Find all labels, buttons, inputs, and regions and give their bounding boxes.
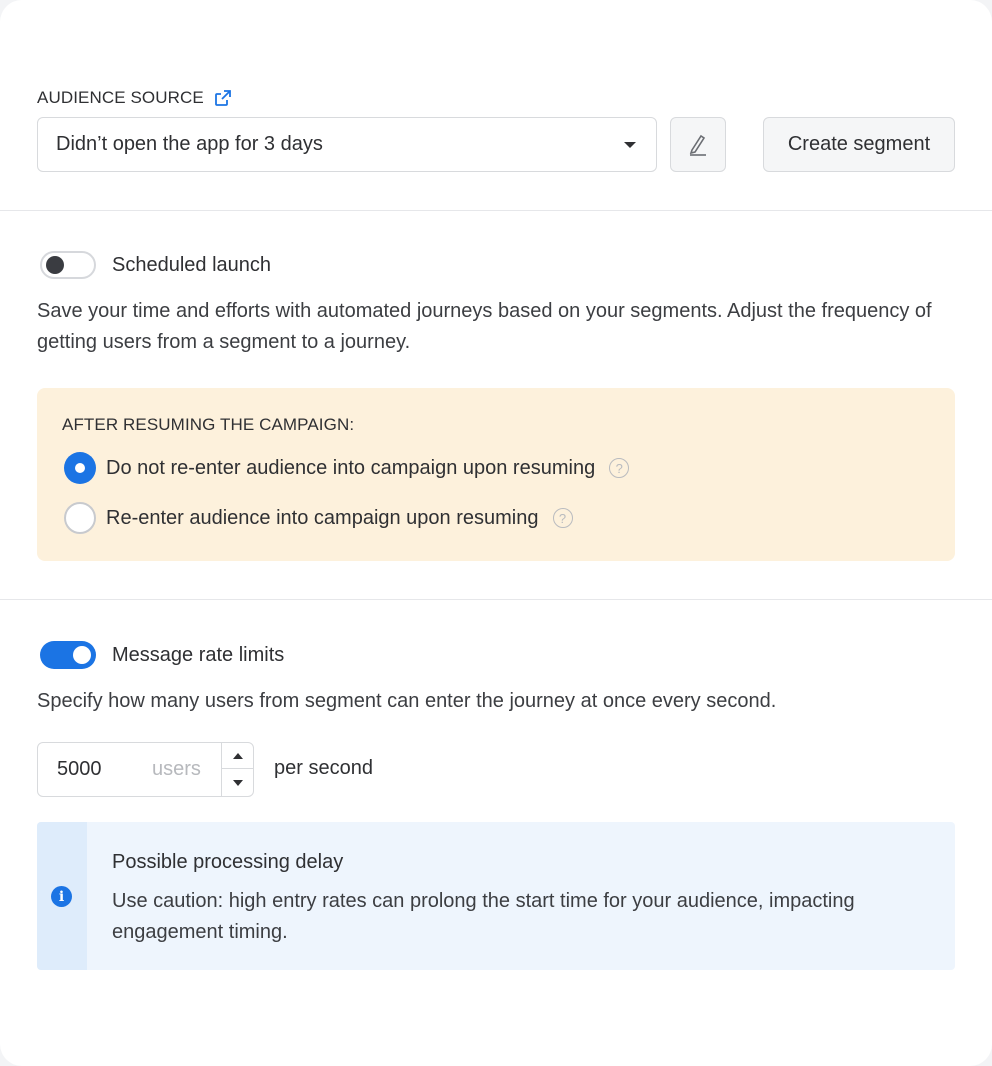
users-unit-label: users <box>152 758 201 780</box>
chevron-down-icon <box>232 780 243 786</box>
scheduled-launch-description: Save your time and efforts with automate… <box>37 300 932 353</box>
audience-source-value: Didn’t open the app for 3 days <box>56 133 323 155</box>
decrement-button[interactable] <box>222 770 253 796</box>
help-icon[interactable]: ? <box>609 458 630 478</box>
audience-source-label-row: AUDIENCE SOURCE <box>37 88 232 108</box>
resume-option-no-reenter[interactable]: Do not re-enter audience into campaign u… <box>64 452 630 484</box>
scheduled-launch-label: Scheduled launch <box>112 253 272 276</box>
resume-option-label: Re-enter audience into campaign upon res… <box>106 506 539 529</box>
radio-checked[interactable] <box>64 452 96 484</box>
scheduled-launch-row: Scheduled launch <box>40 251 271 279</box>
audience-source-label: AUDIENCE SOURCE <box>37 88 204 107</box>
notice-title: Possible processing delay <box>112 851 344 873</box>
info-circle-icon: i <box>51 886 72 907</box>
notice-text: Use caution: high entry rates can prolon… <box>112 890 855 943</box>
stepper-arrows <box>221 743 253 796</box>
audience-source-select[interactable]: Didn’t open the app for 3 days <box>37 117 657 172</box>
users-per-second-value[interactable]: 5000 <box>57 758 102 781</box>
resume-options-box: AFTER RESUMING THE CAMPAIGN: Do not re-e… <box>37 388 955 561</box>
rate-limits-label: Message rate limits <box>112 643 285 666</box>
rate-limits-toggle[interactable] <box>40 641 96 669</box>
rate-limits-row: Message rate limits <box>40 641 284 669</box>
increment-button[interactable] <box>222 743 253 769</box>
radio-unchecked[interactable] <box>64 502 96 534</box>
help-icon[interactable]: ? <box>552 508 573 528</box>
chevron-down-icon <box>624 141 636 148</box>
resume-option-reenter[interactable]: Re-enter audience into campaign upon res… <box>64 502 573 534</box>
settings-card: AUDIENCE SOURCE Didn’t open the app for … <box>0 0 992 1066</box>
per-second-label: per second <box>274 757 373 779</box>
scheduled-launch-toggle[interactable] <box>40 251 96 279</box>
divider <box>0 599 992 600</box>
resume-options-title: AFTER RESUMING THE CAMPAIGN: <box>62 415 355 434</box>
chevron-up-icon <box>232 752 243 759</box>
processing-delay-notice: i Possible processing delay Use caution:… <box>37 822 955 970</box>
divider <box>0 210 992 211</box>
pencil-icon <box>689 134 706 156</box>
create-segment-button[interactable]: Create segment <box>763 117 955 172</box>
edit-segment-button[interactable] <box>670 117 726 172</box>
resume-option-label: Do not re-enter audience into campaign u… <box>106 456 596 479</box>
rate-limits-description: Specify how many users from segment can … <box>37 690 777 712</box>
external-link-icon[interactable] <box>214 89 232 107</box>
users-per-second-stepper[interactable]: 5000 users <box>37 742 254 797</box>
